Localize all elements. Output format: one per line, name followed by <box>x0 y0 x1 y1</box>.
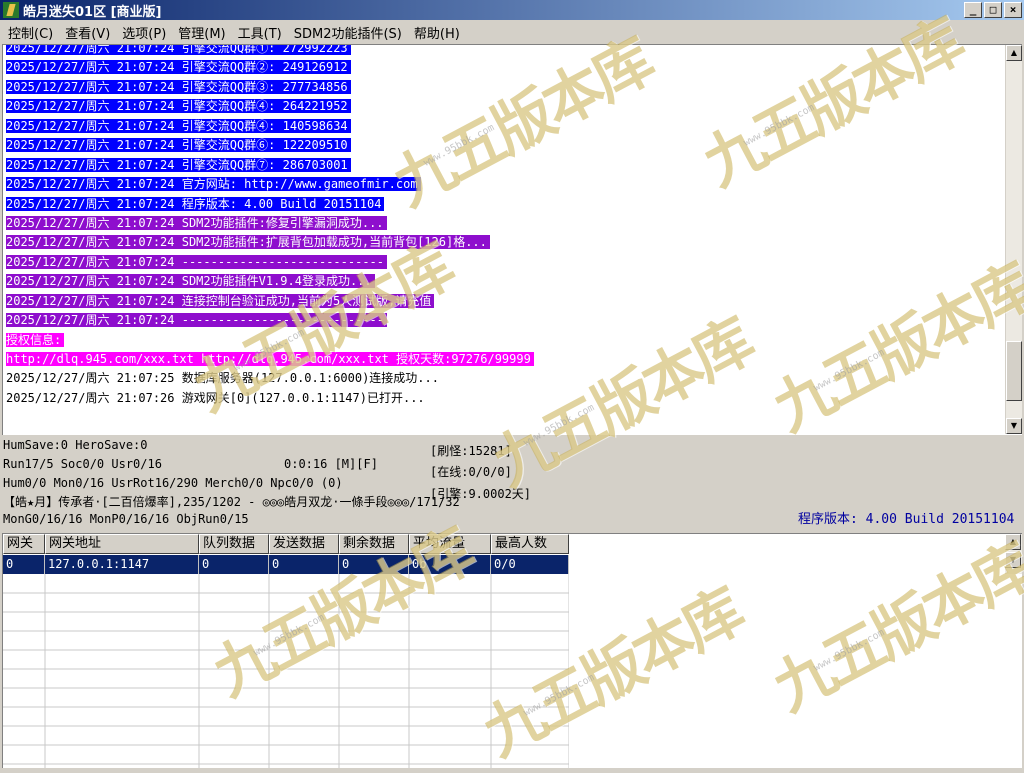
log-line-text: 2025/12/27/周六 21:07:24 引擎交流QQ群④: 1405986… <box>6 118 351 133</box>
status-uptime: 0:0:16 [M][F] <box>284 457 378 471</box>
table-scroll-up-arrow-icon[interactable]: ▲ <box>1005 534 1021 550</box>
log-line: 授权信息: <box>6 331 534 350</box>
table-scroll-down-arrow-icon[interactable]: ▼ <box>1005 552 1021 568</box>
log-line: 2025/12/27/周六 21:07:24 引擎交流QQ群③: 2777348… <box>6 78 534 97</box>
log-line: 2025/12/27/周六 21:07:24 连接控制台验证成功,当前为5人测试… <box>6 292 534 311</box>
log-line: 2025/12/27/周六 21:07:26 游戏网关[0](127.0.0.1… <box>6 389 534 408</box>
menu-help[interactable]: 帮助(H) <box>408 23 466 42</box>
log-line-text: 2025/12/27/周六 21:07:24 官方网站: http://www.… <box>6 177 421 192</box>
log-line-text: 2025/12/27/周六 21:07:24 SDM2功能插件:修复引擎漏洞成功… <box>6 215 387 230</box>
log-line-text: 2025/12/27/周六 21:07:24 -----------------… <box>6 313 388 328</box>
gateway-table[interactable]: 网关 网关地址 队列数据 发送数据 剩余数据 平均流量 最高人数 0 127.0… <box>2 533 1022 768</box>
cell-remaining: 0 <box>339 555 409 574</box>
log-line: 2025/12/27/周六 21:07:24 SDM2功能插件V1.9.4登录成… <box>6 272 534 291</box>
log-lines: 2025/12/27/周六 21:07:24 引擎交流QQ群①: 2729922… <box>6 45 534 408</box>
column-header-max-users[interactable]: 最高人数 <box>491 534 569 554</box>
version-label: 程序版本: 4.00 Build 20151104 <box>798 512 1015 527</box>
main-window: 皓月迷失01区 [商业版] _ □ × 控制(C) 查看(V) 选项(P) 管理… <box>0 0 1024 770</box>
column-header-gateway[interactable]: 网关 <box>3 534 45 554</box>
log-line-text: 2025/12/27/周六 21:07:24 引擎交流QQ群⑦: 2867030… <box>6 157 351 172</box>
table-grid-lines <box>3 574 569 768</box>
log-panel[interactable]: 2025/12/27/周六 21:07:24 引擎交流QQ群①: 2729922… <box>2 44 1022 435</box>
log-line: 2025/12/27/周六 21:07:24 -----------------… <box>6 253 534 272</box>
menu-control[interactable]: 控制(C) <box>2 23 59 42</box>
log-line-text: 授权信息: <box>6 332 65 347</box>
log-scrollbar[interactable]: ▲ ▼ <box>1005 45 1022 434</box>
log-line: 2025/12/27/周六 21:07:24 SDM2功能插件:修复引擎漏洞成功… <box>6 214 534 233</box>
log-line: 2025/12/27/周六 21:07:25 数据库服务器(127.0.0.1:… <box>6 369 534 388</box>
minimize-button[interactable]: _ <box>964 2 982 18</box>
log-line-text: 2025/12/27/周六 21:07:24 引擎交流QQ群②: 2491269… <box>6 60 351 75</box>
close-button[interactable]: × <box>1004 2 1022 18</box>
log-line: 2025/12/27/周六 21:07:24 引擎交流QQ群⑦: 2867030… <box>6 156 534 175</box>
menu-options[interactable]: 选项(P) <box>116 23 172 42</box>
log-line-text: 2025/12/27/周六 21:07:24 SDM2功能插件:扩展背包加载成功… <box>6 235 490 250</box>
column-header-queue[interactable]: 队列数据 <box>199 534 269 554</box>
title-bar[interactable]: 皓月迷失01区 [商业版] _ □ × <box>0 0 1024 20</box>
status-mon: MonG0/16/16 MonP0/16/16 ObjRun0/15 <box>3 512 249 526</box>
log-line: 2025/12/27/周六 21:07:24 引擎交流QQ群④: 2642219… <box>6 97 534 116</box>
log-line: 2025/12/27/周六 21:07:24 官方网站: http://www.… <box>6 175 534 194</box>
gateway-table-header: 网关 网关地址 队列数据 发送数据 剩余数据 平均流量 最高人数 <box>3 534 569 554</box>
table-scrollbar[interactable]: ▲ ▼ <box>1005 534 1022 574</box>
scroll-thumb[interactable] <box>1006 341 1022 401</box>
log-line: 2025/12/27/周六 21:07:24 程序版本: 4.00 Build … <box>6 195 534 214</box>
status-hum: Hum0/0 Mon0/16 UsrRot16/290 Merch0/0 Npc… <box>3 476 343 490</box>
log-line-text: 2025/12/27/周六 21:07:26 游戏网关[0](127.0.0.1… <box>6 390 425 405</box>
menu-manage[interactable]: 管理(M) <box>172 23 231 42</box>
log-line: http://dlq.945.com/xxx.txt http://dlq.94… <box>6 350 534 369</box>
menu-sdm2-plugin[interactable]: SDM2功能插件(S) <box>288 23 408 42</box>
log-line-text: 2025/12/27/周六 21:07:24 引擎交流QQ群③: 2777348… <box>6 79 351 94</box>
scroll-up-arrow-icon[interactable]: ▲ <box>1006 45 1022 61</box>
log-line-text: 2025/12/27/周六 21:07:24 连接控制台验证成功,当前为5人测试… <box>6 293 435 308</box>
window-controls: _ □ × <box>962 2 1022 18</box>
column-header-address[interactable]: 网关地址 <box>45 534 199 554</box>
log-line-text: 2025/12/27/周六 21:07:25 数据库服务器(127.0.0.1:… <box>6 371 439 386</box>
status-engine-days: [引擎:9.0002天] <box>430 487 532 501</box>
cell-max-users: 0/0 <box>491 555 569 574</box>
log-line: 2025/12/27/周六 21:07:24 -----------------… <box>6 311 534 330</box>
scroll-down-arrow-icon[interactable]: ▼ <box>1006 418 1022 434</box>
log-line: 2025/12/27/周六 21:07:24 SDM2功能插件:扩展背包加载成功… <box>6 233 534 252</box>
status-online: [在线:0/0/0] <box>430 465 512 479</box>
menu-tools[interactable]: 工具(T) <box>232 23 288 42</box>
cell-avg-traffic: 0b <box>409 555 491 574</box>
cell-queue: 0 <box>199 555 269 574</box>
cell-sent: 0 <box>269 555 339 574</box>
log-line-text: 2025/12/27/周六 21:07:24 引擎交流QQ群①: 2729922… <box>6 45 351 55</box>
column-header-avg-traffic[interactable]: 平均流量 <box>409 534 491 554</box>
cell-gateway: 0 <box>3 555 45 574</box>
status-panel: HumSave:0 HeroSave:0 Run17/5 Soc0/0 Usr0… <box>0 436 1024 532</box>
column-header-sent[interactable]: 发送数据 <box>269 534 339 554</box>
log-line-text: 2025/12/27/周六 21:07:24 -----------------… <box>6 254 388 269</box>
log-line-text: 2025/12/27/周六 21:07:24 程序版本: 4.00 Build … <box>6 196 385 211</box>
log-line: 2025/12/27/周六 21:07:24 引擎交流QQ群①: 2729922… <box>6 45 534 58</box>
status-run: Run17/5 Soc0/0 Usr0/16 <box>3 457 162 471</box>
app-icon <box>3 2 19 18</box>
menu-view[interactable]: 查看(V) <box>59 23 116 42</box>
log-line-text: 2025/12/27/周六 21:07:24 SDM2功能插件V1.9.4登录成… <box>6 274 375 289</box>
menu-bar: 控制(C) 查看(V) 选项(P) 管理(M) 工具(T) SDM2功能插件(S… <box>0 21 1024 43</box>
cell-address: 127.0.0.1:1147 <box>45 555 199 574</box>
log-line-text: 2025/12/27/周六 21:07:24 引擎交流QQ群⑥: 1222095… <box>6 138 351 153</box>
status-server-info: 【皓★月】传承者·[二百倍爆率],235/1202 - ◎◎◎皓月双龙·一條手段… <box>3 495 460 509</box>
log-line: 2025/12/27/周六 21:07:24 引擎交流QQ群⑥: 1222095… <box>6 136 534 155</box>
log-line-text: http://dlq.945.com/xxx.txt http://dlq.94… <box>6 352 534 366</box>
log-line-text: 2025/12/27/周六 21:07:24 引擎交流QQ群④: 2642219… <box>6 99 351 114</box>
status-save: HumSave:0 HeroSave:0 <box>3 438 148 452</box>
table-row[interactable]: 0 127.0.0.1:1147 0 0 0 0b 0/0 <box>3 555 569 574</box>
status-refresh-count: [刷怪:15281] <box>430 444 512 458</box>
log-line: 2025/12/27/周六 21:07:24 引擎交流QQ群④: 1405986… <box>6 117 534 136</box>
window-title: 皓月迷失01区 [商业版] <box>23 4 162 20</box>
log-line: 2025/12/27/周六 21:07:24 引擎交流QQ群②: 2491269… <box>6 58 534 77</box>
column-header-remaining[interactable]: 剩余数据 <box>339 534 409 554</box>
maximize-button[interactable]: □ <box>984 2 1002 18</box>
